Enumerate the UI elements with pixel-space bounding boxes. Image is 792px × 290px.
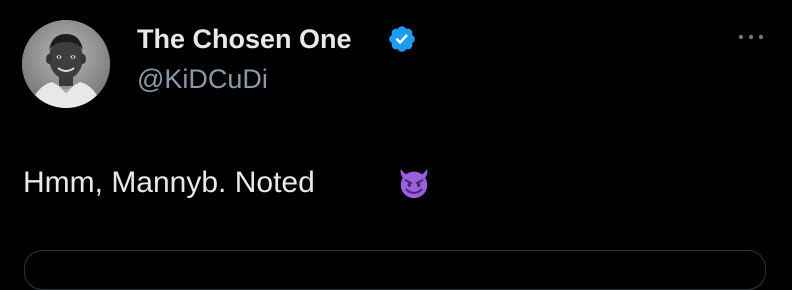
quoted-tweet-card[interactable] [24,250,766,290]
verified-badge-icon [389,26,415,52]
display-name[interactable]: The Chosen One [137,22,352,56]
handle[interactable]: @KiDCuDi [137,62,268,96]
avatar-photo [22,20,110,108]
avatar[interactable] [22,20,110,108]
smiling-face-with-horns-icon [400,168,428,199]
tweet-text: Hmm, Mannyb. Noted [23,166,315,199]
more-options-icon[interactable] [733,22,769,52]
